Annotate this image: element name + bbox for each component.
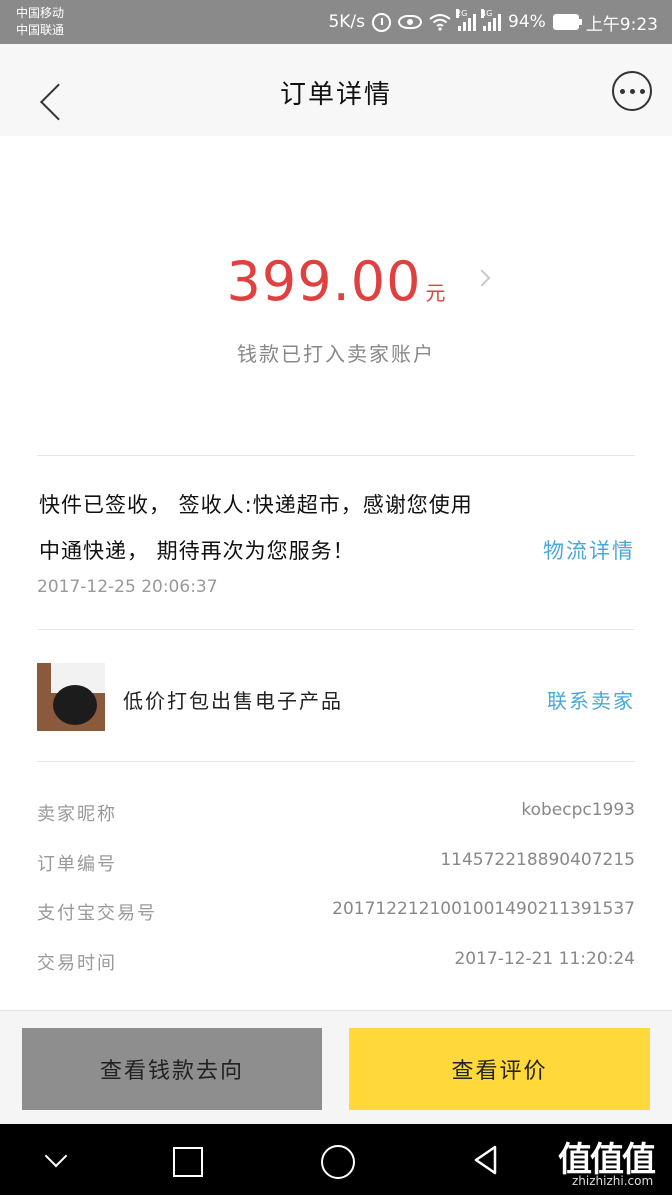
product-title: 低价打包出售电子产品 [123, 689, 343, 713]
logistics-message-line-2: 中通快递， 期待再次为您服务！ [39, 539, 355, 563]
product-thumbnail[interactable] [37, 663, 105, 731]
network-type-2: 4G [481, 9, 493, 18]
alipay-transaction-number: 2017122121001001490211391537 [332, 899, 635, 919]
info-row-seller: 卖家昵称 kobecpc1993 [37, 800, 635, 850]
product-row[interactable]: 低价打包出售电子产品 联系卖家 [37, 663, 635, 733]
alarm-icon [372, 12, 392, 32]
seller-nickname: kobecpc1993 [521, 800, 635, 820]
back-triangle-icon[interactable] [468, 1142, 504, 1178]
watermark-url: zhizhizhi.com [572, 1174, 654, 1188]
status-indicators: 5K/s 2G 4G 94% 上午9:23 [328, 9, 658, 35]
payment-status: 钱款已打入卖家账户 [237, 342, 435, 366]
status-bar: 中国移动 中国联通 5K/s 2G 4G 94% 上午9:23 [0, 0, 672, 44]
clock: 上午9:23 [585, 14, 658, 35]
thumbnail-device [53, 685, 97, 725]
divider [37, 761, 635, 762]
signal-icon-1: 2G [456, 9, 477, 31]
recent-apps-square-icon[interactable] [168, 1142, 204, 1178]
view-review-button[interactable]: 查看评价 [349, 1028, 650, 1110]
divider [37, 629, 635, 630]
hide-nav-chevron-down-icon[interactable] [38, 1142, 74, 1178]
info-row-order-number: 订单编号 114572218890407215 [37, 850, 635, 900]
chevron-right-icon [473, 269, 491, 287]
network-type-1: 2G [456, 9, 468, 18]
home-circle-icon[interactable] [318, 1142, 355, 1179]
currency-unit: 元 [425, 281, 446, 305]
action-bar: 查看钱款去向 查看评价 [0, 1010, 672, 1124]
carrier-labels: 中国移动 中国联通 [16, 5, 64, 39]
divider [37, 455, 635, 456]
view-money-flow-button[interactable]: 查看钱款去向 [22, 1028, 322, 1110]
info-label: 订单编号 [37, 853, 117, 875]
nav-bar: 订单详情 [0, 44, 672, 136]
more-dot [629, 88, 635, 94]
page-title: 订单详情 [279, 80, 392, 110]
info-row-alipay-number: 支付宝交易号 2017122121001001490211391537 [37, 899, 635, 949]
eye-icon [398, 15, 423, 29]
order-number: 114572218890407215 [440, 849, 635, 870]
order-info: 卖家昵称 kobecpc1993 订单编号 114572218890407215… [37, 800, 635, 998]
signal-icon-2: 4G [481, 9, 502, 31]
contact-seller-link[interactable]: 联系卖家 [547, 685, 635, 714]
payment-amount-link[interactable]: 399.00 元 [0, 250, 672, 313]
info-label: 卖家昵称 [37, 804, 117, 825]
carrier-2: 中国联通 [16, 23, 65, 37]
battery-percent: 94% [508, 12, 546, 32]
more-dot [639, 88, 645, 94]
logistics-card[interactable]: 快件已签收， 签收人:快递超市，感谢您使用 中通快递， 期待再次为您服务！ 物流… [37, 485, 635, 605]
network-speed: 5K/s [328, 12, 366, 32]
payment-amount: 399.00 [226, 250, 422, 313]
carrier-1: 中国移动 [16, 6, 65, 20]
wifi-icon [429, 13, 451, 31]
battery-icon [552, 14, 582, 30]
info-label: 交易时间 [37, 952, 117, 974]
more-options-icon[interactable] [612, 71, 652, 111]
logistics-message-line-1: 快件已签收， 签收人:快递超市，感谢您使用 [39, 493, 473, 517]
info-label: 支付宝交易号 [37, 903, 157, 924]
more-dot [619, 88, 625, 94]
logistics-timestamp: 2017-12-25 20:06:37 [37, 577, 218, 597]
logistics-details-link[interactable]: 物流详情 [543, 535, 635, 565]
info-row-transaction-time: 交易时间 2017-12-21 11:20:24 [37, 949, 635, 999]
transaction-time: 2017-12-21 11:20:24 [454, 948, 635, 969]
